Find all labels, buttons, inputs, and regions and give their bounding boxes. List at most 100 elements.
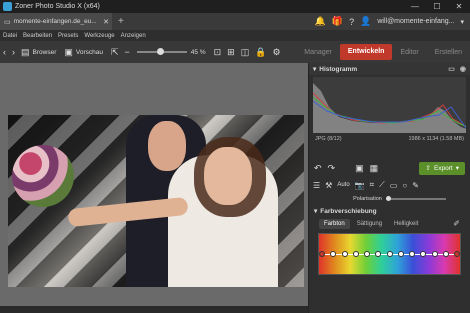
menu-item-presets[interactable]: Presets <box>58 33 78 39</box>
curve-point[interactable] <box>386 251 393 257</box>
tab-close-icon[interactable]: ✕ <box>103 18 109 26</box>
maximize-icon[interactable]: ☐ <box>426 2 448 11</box>
share-icon: ⇧ <box>425 165 431 172</box>
back-icon[interactable]: ‹ <box>3 47 6 57</box>
curve-point[interactable] <box>420 251 427 257</box>
curve-point[interactable] <box>397 251 404 257</box>
curve-point[interactable] <box>364 251 370 257</box>
browser-label[interactable]: Browser <box>33 49 57 56</box>
histogram-toggle-icon[interactable]: ◉ <box>460 65 466 73</box>
minimize-icon[interactable]: — <box>404 2 426 11</box>
open-external-icon[interactable]: ⇱ <box>111 47 119 58</box>
color-shift-title: Farbverschiebung <box>320 207 377 215</box>
brush-icon[interactable]: ✎ <box>412 181 419 190</box>
curve-point[interactable] <box>375 251 382 257</box>
forward-icon[interactable]: › <box>12 47 15 57</box>
status-bar <box>0 306 308 313</box>
mode-create[interactable]: Erstellen <box>427 49 470 56</box>
file-bitdepth: (8/12) <box>327 136 342 142</box>
transform-icon[interactable]: ⚒ <box>325 181 332 190</box>
user-icon[interactable]: 👤 <box>360 16 371 27</box>
hue-spectrum-curve[interactable] <box>318 233 461 275</box>
account-dropdown-icon[interactable]: ▾ <box>460 18 464 26</box>
main-toolbar: ‹ › ▤ Browser ▣ Vorschau ⇱ − 45 % ⊡ ⊞ ◫ … <box>0 41 470 63</box>
perspective-icon[interactable]: ⟋ <box>379 180 385 190</box>
tab-hue[interactable]: Farbton <box>319 218 350 229</box>
auto-button[interactable]: Auto <box>337 182 349 188</box>
menu-bar: Datei Bearbeiten Presets Werkzeuge Anzei… <box>0 30 470 41</box>
menu-item-bearbeiten[interactable]: Bearbeiten <box>23 33 52 39</box>
adjust-icon[interactable]: ☰ <box>313 181 320 190</box>
polarisation-control: Polarisation <box>309 193 470 205</box>
help-icon[interactable]: ? <box>349 17 354 27</box>
histogram-mode-icon[interactable]: ▭ <box>448 65 455 73</box>
polarisation-label: Polarisation <box>353 196 382 202</box>
crop-icon[interactable]: ⌗ <box>370 180 375 190</box>
compare-icon[interactable]: ◫ <box>241 47 250 58</box>
preview-icon[interactable]: ▣ <box>64 47 73 58</box>
export-button[interactable]: ⇧ Export ▾ <box>419 161 465 175</box>
document-tab[interactable]: ▭ momente-einfangen.de_eu... ✕ <box>0 13 112 30</box>
circle-icon[interactable]: ○ <box>402 181 407 190</box>
color-picker-icon[interactable]: ✐ <box>453 219 460 228</box>
tab-saturation[interactable]: Sättigung <box>352 219 387 229</box>
menu-item-datei[interactable]: Datei <box>3 33 17 39</box>
curve-point[interactable] <box>341 251 348 257</box>
menu-item-werkzeuge[interactable]: Werkzeuge <box>84 33 114 39</box>
export-label: Export <box>433 164 453 172</box>
undo-icon[interactable]: ↶ <box>314 163 322 174</box>
tab-brightness[interactable]: Helligkeit <box>389 219 423 229</box>
wedding-photo <box>8 115 304 287</box>
curve-point[interactable] <box>409 251 415 257</box>
curve-point[interactable] <box>454 251 460 257</box>
develop-panel: ▾ Histogramm ▭ ◉ JPG (8/12) 1986 x 1134 … <box>308 63 470 313</box>
action-row: ↶ ↷ ▣ ▦ ⇧ Export ▾ <box>309 159 470 177</box>
redo-icon[interactable]: ↷ <box>328 163 336 174</box>
file-format: JPG <box>315 136 326 142</box>
close-icon[interactable]: ✕ <box>448 2 470 11</box>
settings-icon[interactable]: ⚙ <box>272 47 280 58</box>
actual-size-icon[interactable]: ⊞ <box>227 47 235 58</box>
filter-icon[interactable]: ▭ <box>390 181 398 190</box>
preview-label[interactable]: Vorschau <box>76 49 103 56</box>
gift-icon[interactable]: 🎁 <box>332 16 343 27</box>
histogram-header[interactable]: ▾ Histogramm ▭ ◉ <box>309 63 470 75</box>
tab-label: momente-einfangen.de_eu... <box>13 18 97 25</box>
camera-icon[interactable]: 📷 <box>355 181 365 190</box>
lock-icon[interactable]: 🔒 <box>255 47 266 58</box>
zoom-out-icon[interactable]: − <box>125 47 130 57</box>
account-area: 🔔 🎁 ? 👤 will@momente-einfang... ▾ <box>315 16 470 27</box>
menu-item-anzeigen[interactable]: Anzeigen <box>121 33 146 39</box>
fit-screen-icon[interactable]: ⊡ <box>214 47 222 58</box>
file-dimensions: 1986 x 1134 (1.58 MB) <box>408 136 464 142</box>
histogram-title: Histogramm <box>319 65 358 73</box>
view-icon[interactable]: ▦ <box>370 163 379 174</box>
file-info: JPG (8/12) 1986 x 1134 (1.58 MB) <box>309 133 470 145</box>
image-icon[interactable]: ▣ <box>355 163 364 174</box>
curve-point[interactable] <box>352 251 359 257</box>
collapse-icon: ▾ <box>313 66 317 73</box>
mode-editor[interactable]: Editor <box>392 49 426 56</box>
mode-develop[interactable]: Entwickeln <box>339 44 393 60</box>
account-email[interactable]: will@momente-einfang... <box>377 18 454 25</box>
curve-point[interactable] <box>330 251 337 257</box>
histogram-graph <box>313 83 466 133</box>
curve-point[interactable] <box>319 251 325 257</box>
mode-manager[interactable]: Manager <box>296 49 340 56</box>
color-shift-tabs: Farbton Sättigung Helligkeit ✐ <box>309 217 470 230</box>
edit-tools: ☰ ⚒ Auto 📷 ⌗ ⟋ ▭ ○ ✎ <box>309 177 470 193</box>
polarisation-handle[interactable] <box>385 196 391 201</box>
polarisation-slider[interactable] <box>385 196 446 201</box>
new-tab-icon[interactable]: + <box>118 16 124 27</box>
title-bar: Zoner Photo Studio X (x64) — ☐ ✕ <box>0 0 470 13</box>
zoom-slider-handle[interactable] <box>156 48 164 55</box>
color-shift-header[interactable]: ▾ Farbverschiebung <box>309 205 470 217</box>
notification-bell-icon[interactable]: 🔔 <box>315 16 326 27</box>
curve-point[interactable] <box>442 251 449 257</box>
browser-icon[interactable]: ▤ <box>21 47 30 58</box>
collapse-icon: ▾ <box>314 208 318 215</box>
curve-point[interactable] <box>431 251 438 257</box>
window-title: Zoner Photo Studio X (x64) <box>15 3 100 10</box>
zoom-slider[interactable] <box>136 48 187 55</box>
image-canvas[interactable] <box>0 63 308 313</box>
